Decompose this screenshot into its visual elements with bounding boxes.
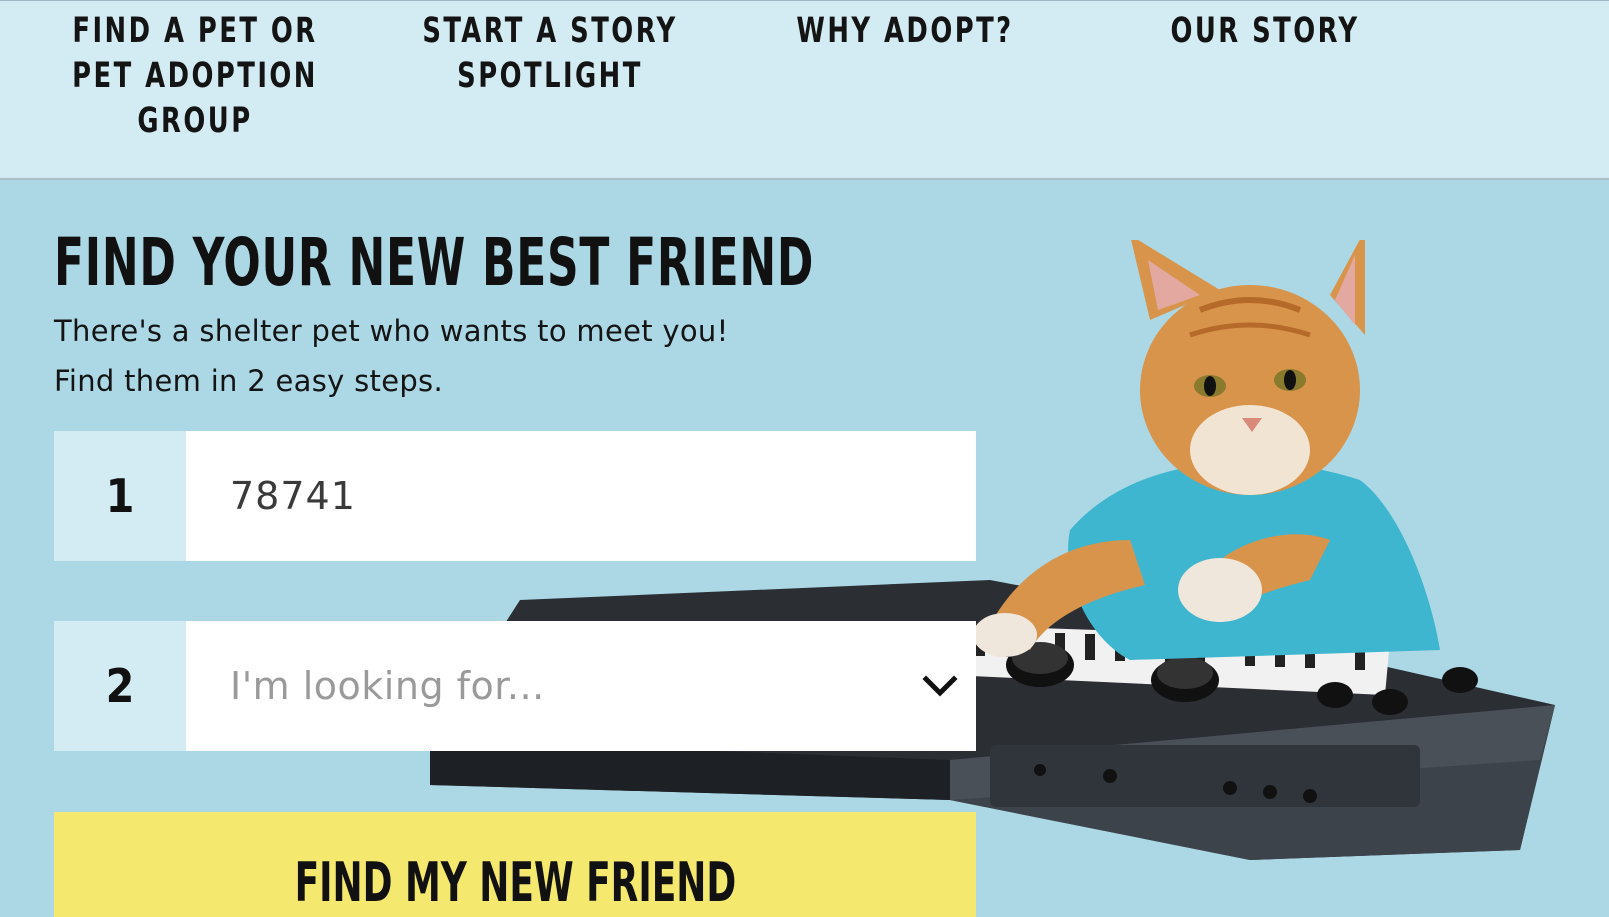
step-1-row: 1 78741: [54, 431, 976, 561]
nav-why-adopt[interactable]: WHY ADOPT?: [794, 9, 1015, 54]
step-2-row: 2 I'm looking for...: [54, 621, 976, 751]
page-title: FIND YOUR NEW BEST FRIEND: [54, 224, 815, 301]
zip-code-input[interactable]: 78741: [186, 431, 976, 561]
subtitle-line-1: There's a shelter pet who wants to meet …: [54, 314, 729, 348]
pet-type-placeholder: I'm looking for...: [230, 664, 545, 708]
nav-story-spotlight[interactable]: START A STORY SPOTLIGHT: [419, 9, 681, 99]
nav-find-pet[interactable]: FIND A PET OR PET ADOPTION GROUP: [68, 9, 322, 144]
step-2-number: 2: [54, 621, 186, 751]
find-my-new-friend-label: FIND MY NEW FRIEND: [294, 851, 736, 914]
zip-code-value: 78741: [230, 474, 356, 518]
find-my-new-friend-button[interactable]: FIND MY NEW FRIEND: [54, 812, 976, 917]
nav-our-story[interactable]: OUR STORY: [1154, 9, 1375, 54]
subtitle: There's a shelter pet who wants to meet …: [54, 306, 729, 406]
top-navigation: FIND A PET OR PET ADOPTION GROUP START A…: [0, 0, 1609, 180]
step-1-number: 1: [54, 431, 186, 561]
pet-type-select[interactable]: I'm looking for...: [186, 621, 976, 751]
subtitle-line-2: Find them in 2 easy steps.: [54, 364, 443, 398]
chevron-down-icon: [922, 675, 958, 697]
